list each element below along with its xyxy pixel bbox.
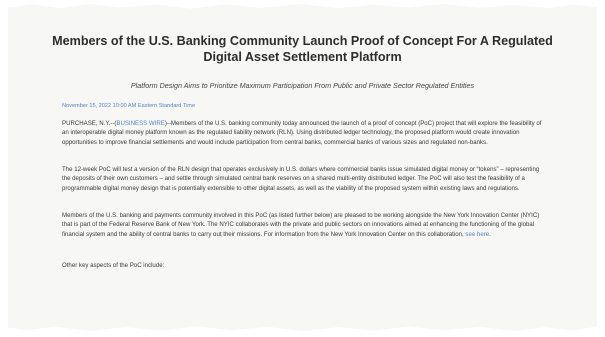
article-title: Members of the U.S. Banking Community La… — [52, 34, 553, 64]
article-subtitle: Platform Design Aims to Prioritize Maxim… — [130, 81, 475, 90]
article-paragraph-4: Other key aspects of the PoC include: — [62, 262, 165, 269]
article-paragraph-1: PURCHASE, N.Y.--(BUSINESS WIRE)--Members… — [62, 119, 548, 147]
article-paragraph-3: Members of the U.S. banking and payments… — [62, 211, 548, 239]
see-here-link[interactable]: see here — [465, 231, 489, 238]
article-paragraph-2: The 12-week PoC will test a version of t… — [62, 166, 540, 192]
business-wire-link[interactable]: BUSINESS WIRE — [116, 120, 164, 127]
paragraph-1-lead: PURCHASE, N.Y.--( — [62, 120, 117, 127]
article-dateline: November 15, 2022 10:00 AM Eastern Stand… — [62, 103, 196, 109]
paragraph-3-end: . — [489, 230, 491, 238]
